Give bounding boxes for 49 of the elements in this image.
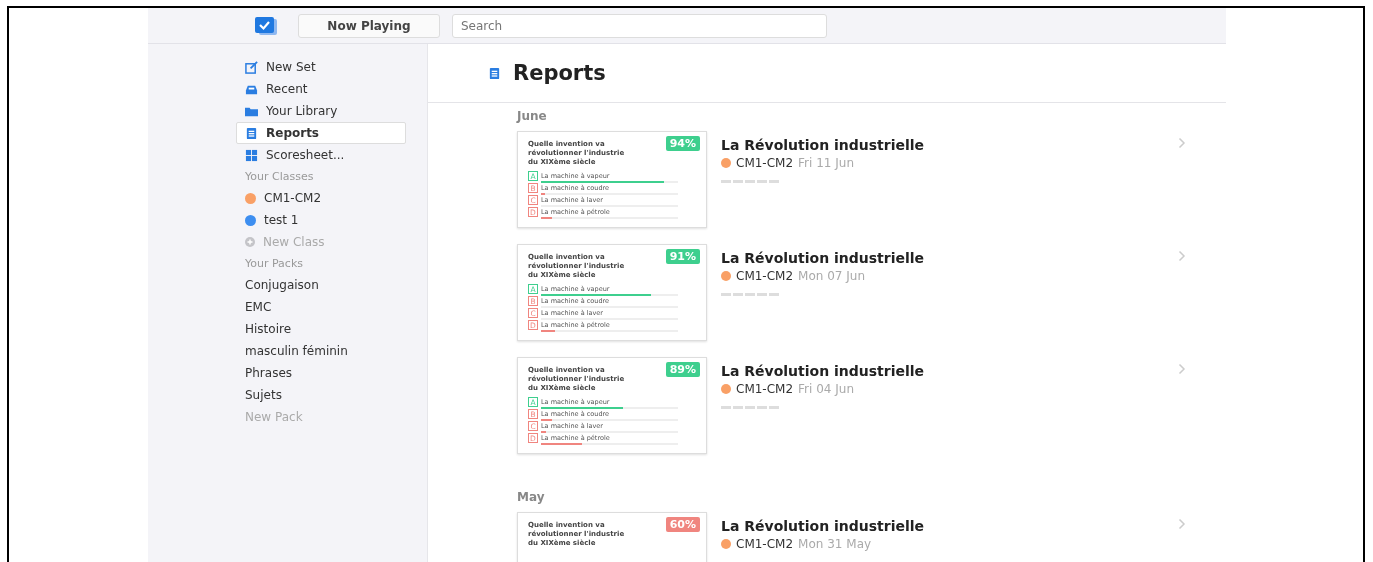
class-name: CM1-CM2 [736, 537, 794, 551]
report-title[interactable]: La Révolution industrielle [721, 137, 1178, 153]
pack-item[interactable]: Phrases [236, 362, 427, 384]
score-badge: 94% [665, 136, 700, 151]
class-item[interactable]: CM1-CM2 [236, 187, 427, 209]
pack-item[interactable]: masculin féminin [236, 340, 427, 362]
pack-item[interactable]: Conjugaison [236, 274, 427, 296]
report-date: Fri 11 Jun [798, 156, 855, 170]
sidebar-item[interactable]: Scoresheet... [236, 144, 406, 166]
chevron-right-icon[interactable] [1178, 250, 1186, 262]
month-heading: June [515, 108, 548, 125]
grid-icon [245, 148, 258, 162]
report-date: Mon 07 Jun [798, 269, 866, 283]
now-playing-button[interactable]: Now Playing [298, 13, 440, 38]
section-heading: Your Classes [244, 169, 315, 185]
page-title: Reports [513, 61, 606, 85]
sidebar-item[interactable]: Your Library [236, 100, 406, 122]
class-name: CM1-CM2 [736, 269, 794, 283]
class-name: CM1-CM2 [736, 382, 794, 396]
dashes-drawing [721, 406, 779, 409]
dashes-drawing [721, 180, 779, 183]
dashes-drawing [721, 293, 779, 296]
checkbox-logo-icon[interactable] [254, 15, 278, 36]
score-badge: 60% [665, 517, 700, 532]
pack-item[interactable]: Histoire [236, 318, 427, 340]
chevron-right-icon[interactable] [1178, 363, 1186, 375]
chevron-right-icon[interactable] [1178, 518, 1186, 530]
pack-item[interactable]: EMC [236, 296, 427, 318]
report-title[interactable]: La Révolution industrielle [721, 363, 1178, 379]
score-badge: 89% [665, 362, 700, 377]
class-item[interactable]: test 1 [236, 209, 427, 231]
plus-circle-icon [245, 237, 255, 247]
sidebar-item[interactable]: Recent [236, 78, 406, 100]
document-icon [245, 126, 258, 140]
score-badge: 91% [665, 249, 700, 264]
pack-item[interactable]: Sujets [236, 384, 427, 406]
class-name: CM1-CM2 [736, 156, 794, 170]
report-title[interactable]: La Révolution industrielle [721, 250, 1178, 266]
report-title[interactable]: La Révolution industrielle [721, 518, 1178, 534]
chevron-right-icon[interactable] [1178, 137, 1186, 149]
month-heading: May [516, 489, 546, 506]
section-heading: Your Packs [244, 256, 304, 272]
document-icon [488, 66, 501, 80]
report-date: Fri 04 Jun [798, 382, 855, 396]
search-field[interactable]: Search [452, 13, 827, 38]
report-date: Mon 31 May [798, 537, 872, 551]
sidebar-item[interactable]: New Set [236, 56, 406, 78]
edit-icon [245, 60, 258, 74]
sidebar-item[interactable]: Reports [236, 122, 406, 144]
